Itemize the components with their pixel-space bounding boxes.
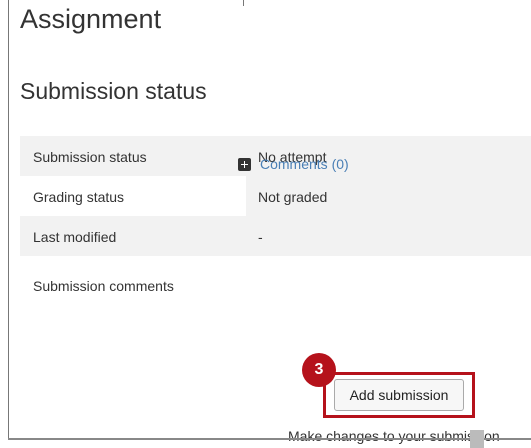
table-row: Submission comments [20, 256, 531, 328]
bottom-border [8, 438, 531, 440]
section-title: Submission status [20, 78, 207, 104]
table-row: Last modified - [20, 216, 531, 256]
add-submission-button[interactable]: Add submission [334, 379, 464, 411]
row-value: Not graded [258, 189, 328, 205]
row-label: Grading status [33, 189, 125, 205]
plus-square-icon[interactable] [238, 157, 251, 171]
comments-link[interactable]: Comments (0) [238, 156, 349, 172]
row-label: Submission comments [33, 278, 174, 294]
comments-link-label[interactable]: Comments (0) [260, 156, 349, 172]
row-value: - [258, 229, 263, 245]
scrollbar-thumb[interactable] [470, 430, 484, 448]
row-label: Submission status [33, 149, 147, 165]
page-title: Assignment [20, 4, 162, 34]
top-divider [243, 0, 244, 6]
step-badge: 3 [302, 353, 336, 387]
row-label: Last modified [33, 229, 117, 245]
table-row: Grading status Not graded [20, 176, 531, 216]
